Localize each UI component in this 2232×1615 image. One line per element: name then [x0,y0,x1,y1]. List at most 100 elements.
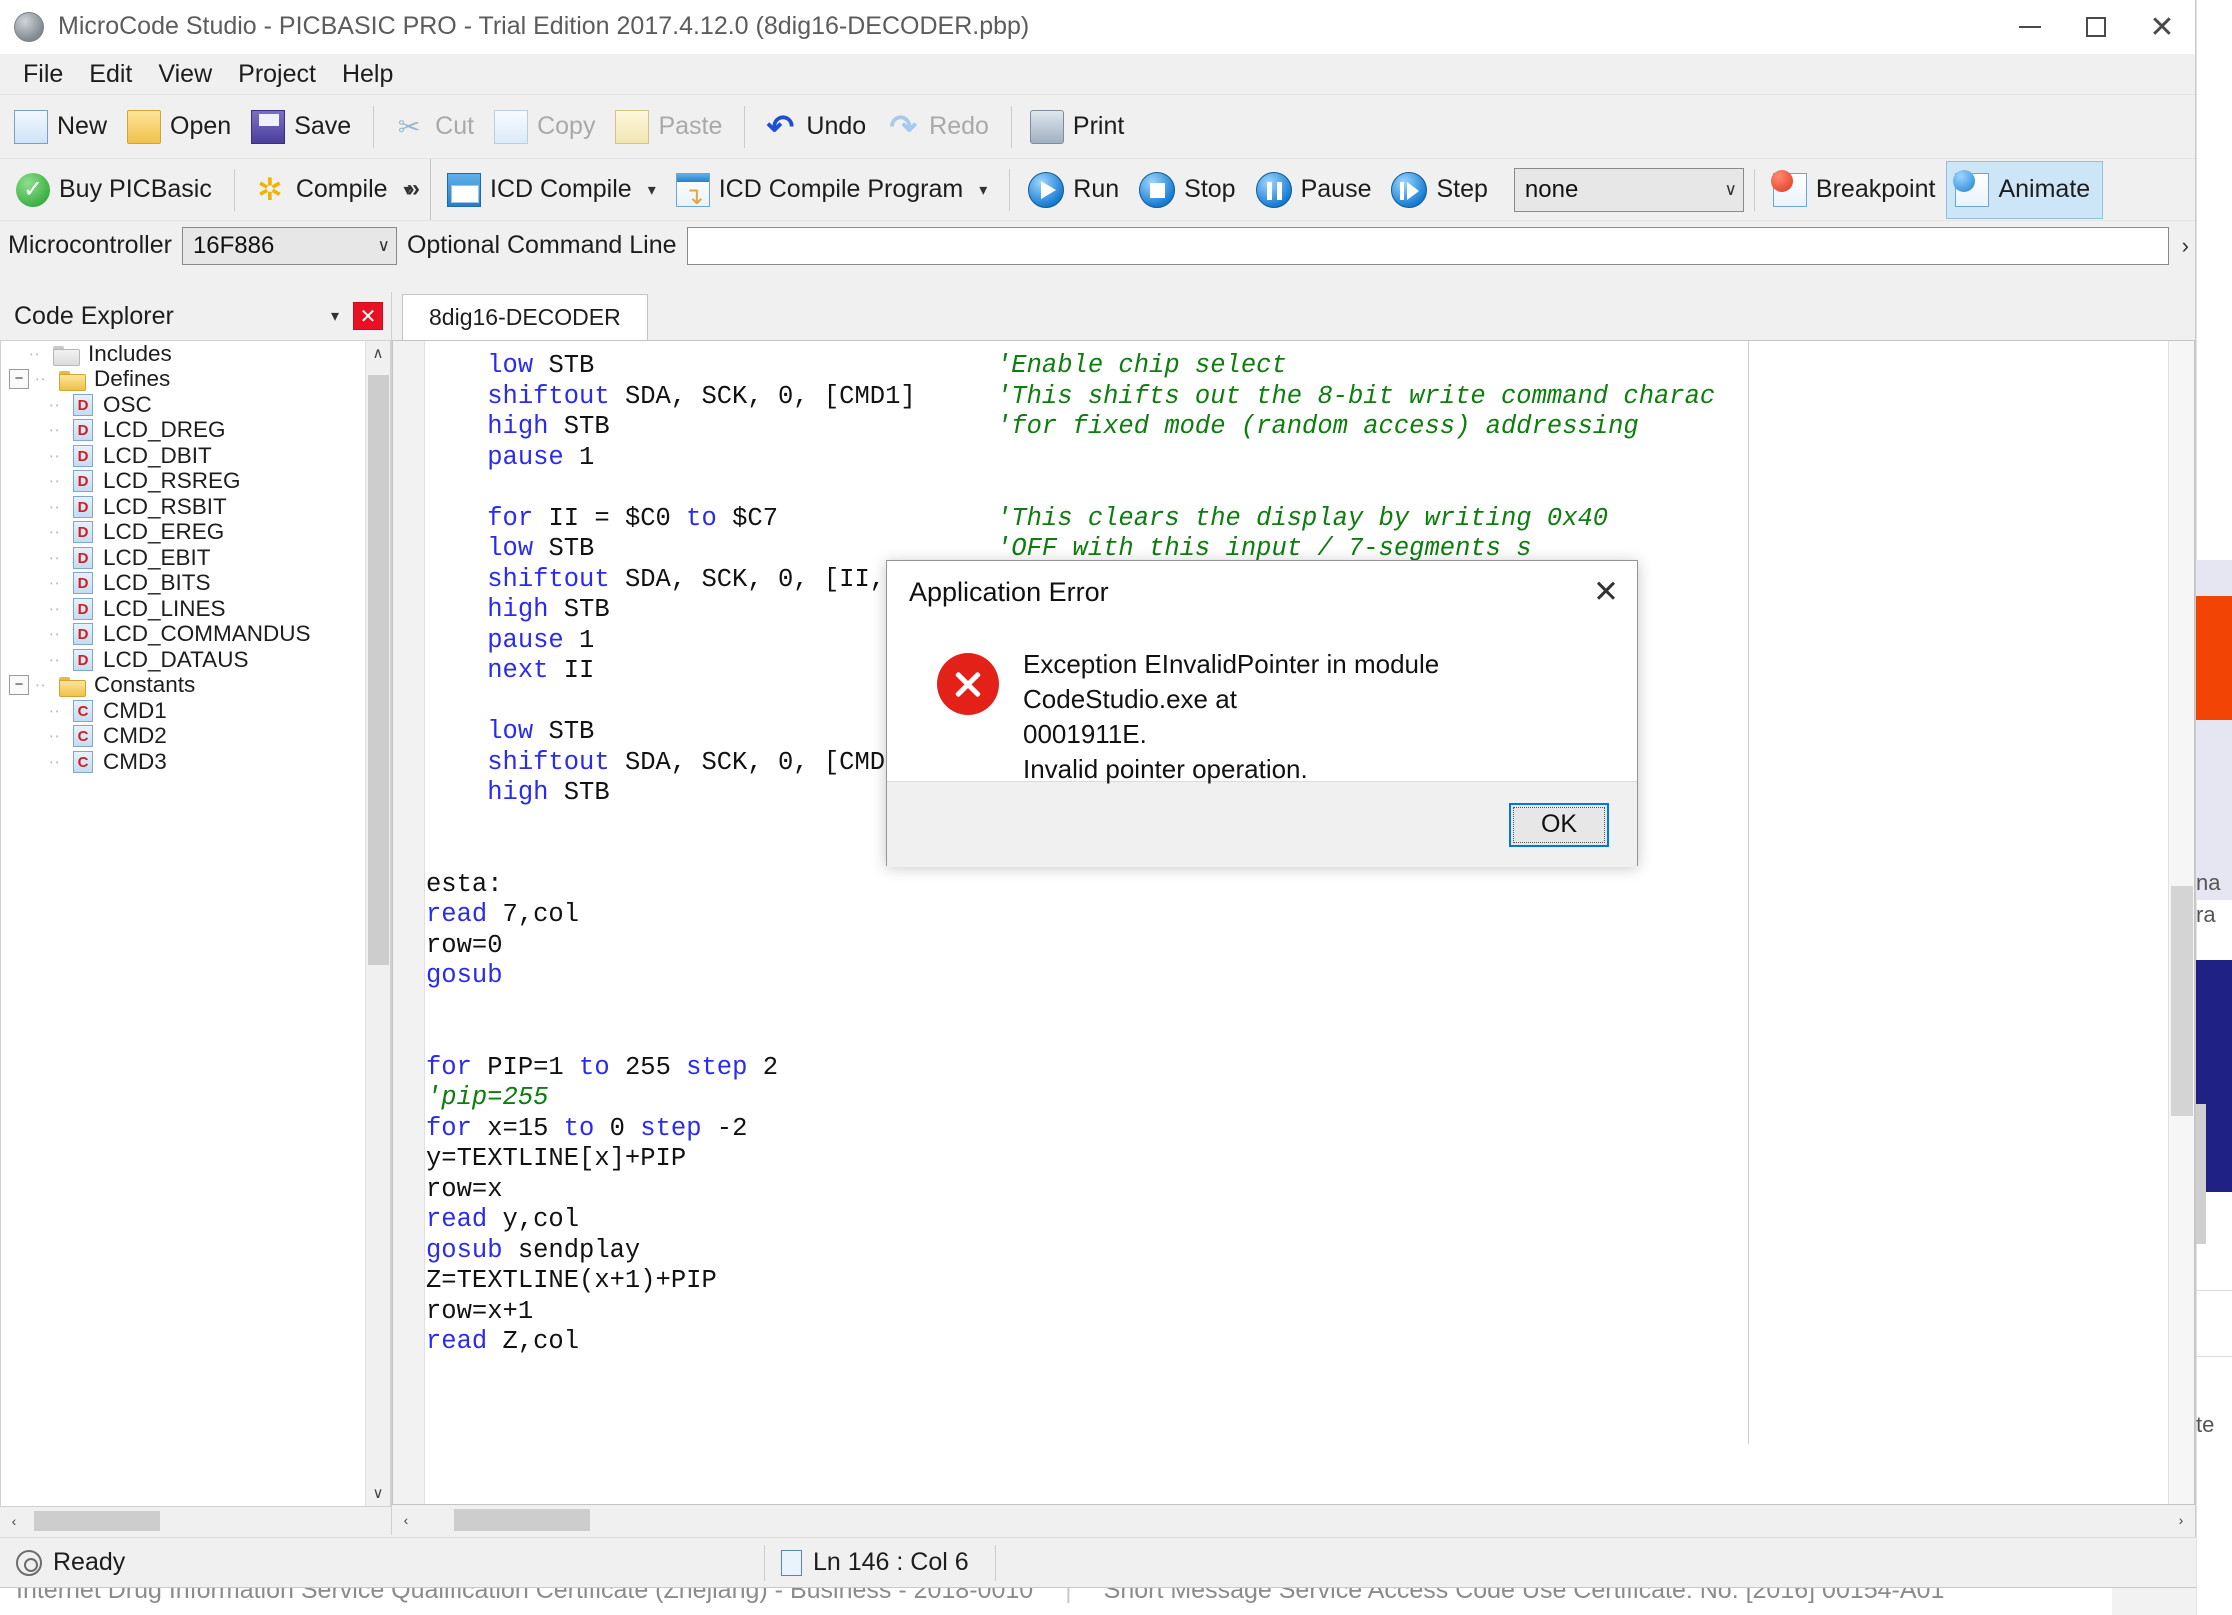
code-keyword: step [640,1113,702,1143]
buy-picbasic-button[interactable]: ✓ Buy PICBasic [8,162,224,218]
define-icon: D [73,623,93,646]
tree-item-label: CMD3 [103,748,167,774]
breakpoint-button[interactable]: Breakpoint [1765,162,1948,218]
pause-button[interactable]: Pause [1248,162,1384,218]
tree-item-lcd_lines[interactable]: ∙∙ D LCD_LINES [1,596,390,622]
dialog-ok-button[interactable]: OK [1509,802,1609,847]
optional-command-line-input[interactable] [686,226,2169,265]
code-line: y=TEXTLINE[x]+PIP [426,1144,2168,1175]
menu-item-file[interactable]: File [10,56,76,93]
cut-button[interactable]: ✂ Cut [384,99,486,155]
tree-expander-defines[interactable]: − [9,369,29,390]
tree-item-lcd_dreg[interactable]: ∙∙ D LCD_DREG [1,417,390,444]
redo-button-label: Redo [929,112,989,140]
animate-button[interactable]: Animate [1946,160,2104,219]
tree-item-lcd_rsreg[interactable]: ∙∙ D LCD_RSREG [1,468,390,495]
tree-item-lcd_commandus[interactable]: ∙∙ D LCD_COMMANDUS [1,621,390,648]
stop-label: Stop [1184,175,1236,203]
explorer-scroll-thumb[interactable] [368,375,389,965]
tree-item-lcd_ereg[interactable]: ∙∙ D LCD_EREG [1,519,390,546]
code-editor[interactable]: low STB 'Enable chip select shiftout SDA,… [392,340,2195,1505]
code-keyword: shiftout [487,564,610,594]
editor-hscroll-thumb[interactable] [454,1509,590,1531]
compile-button[interactable]: ✲ Compile ▾ [245,162,424,218]
run-button[interactable]: Run [1020,162,1131,218]
stop-button[interactable]: Stop [1131,162,1247,218]
code-line: high STB 'for fixed mode (random access) … [426,412,2168,443]
code-text-span: STB [533,351,595,380]
code-comment: 'for fixed mode (random access) addressi… [996,412,1639,441]
icd-toolbar-band: ICD Compile ▾ ICD Compile Program ▾ Run … [430,159,2104,220]
animate-icon [1953,169,1990,207]
code-text-span: $C7 [716,503,778,533]
minimize-button[interactable] [1997,0,2063,54]
tree-item-osc[interactable]: ∙∙ D OSC [1,392,390,418]
save-button[interactable]: Save [243,99,363,155]
explorer-scroll-down-icon[interactable]: ∨ [366,1481,390,1506]
tree-item-constants[interactable]: − ∙∙ Constants [1,672,390,699]
code-keyword: next [487,656,549,685]
code-text-span: PIP=1 [471,1052,580,1082]
tree-item-cmd3[interactable]: ∙∙ C CMD3 [1,749,390,775]
tree-item-label: LCD_DATAUS [103,646,249,672]
tree-item-lcd_ebit[interactable]: ∙∙ D LCD_EBIT [1,545,390,571]
microcontroller-bar-overflow[interactable]: › [2182,233,2189,259]
close-button[interactable]: ✕ [2129,0,2195,54]
editor-vertical-scrollbar[interactable] [2168,341,2194,1504]
editor-hscroll-right-icon[interactable]: › [2167,1512,2195,1528]
print-button[interactable]: Print [1022,99,1136,155]
icd-compile-chevron-down-icon[interactable]: ▾ [648,180,656,200]
tree-item-cmd2[interactable]: ∙∙ C CMD2 [1,723,390,750]
code-explorer-chevron-down-icon[interactable]: ▾ [317,306,353,326]
tree-expander-constants[interactable]: − [9,675,29,696]
menu-item-edit[interactable]: Edit [76,56,145,93]
tree-item-cmd1[interactable]: ∙∙ C CMD1 [1,698,390,724]
dialog-close-button[interactable]: ✕ [1575,561,1637,623]
optional-command-line-label: Optional Command Line [406,231,677,259]
menu-item-help[interactable]: Help [329,56,406,93]
undo-button[interactable]: ↶ Undo [755,99,878,155]
code-explorer-close-button[interactable]: ✕ [353,302,383,330]
explorer-vertical-scrollbar[interactable]: ∧ ∨ [365,341,390,1506]
code-text[interactable]: low STB 'Enable chip select shiftout SDA,… [426,351,2168,1504]
tree-item-defines[interactable]: − ∙∙ Defines [1,366,390,393]
step-mode-select[interactable]: none ∨ [1513,167,1744,212]
explorer-hscroll-thumb[interactable] [34,1511,160,1531]
redo-button[interactable]: ↷ Redo [878,99,1001,155]
microcontroller-select[interactable]: 16F886 ∨ [181,226,397,265]
icd-compile-program-button[interactable]: ICD Compile Program ▾ [668,162,1000,218]
maximize-button[interactable] [2063,0,2129,54]
menu-item-view[interactable]: View [145,56,225,93]
explorer-horizontal-scrollbar[interactable]: ‹ [0,1507,391,1535]
tree-item-lcd_dbit[interactable]: ∙∙ D LCD_DBIT [1,443,390,469]
icd-compile-button[interactable]: ICD Compile ▾ [439,162,668,218]
toolbar-overflow-button[interactable]: » [407,175,420,203]
tree-item-lcd_dataus[interactable]: ∙∙ D LCD_DATAUS [1,647,390,673]
step-button[interactable]: Step [1383,162,1499,218]
open-button[interactable]: Open [119,99,243,155]
paste-button[interactable]: Paste [607,99,734,155]
icd-compile-program-chevron-down-icon[interactable]: ▾ [979,180,987,200]
editor-tab-strip: 8dig16-DECODER [392,292,2195,340]
editor-hscroll-left-icon[interactable]: ‹ [392,1512,420,1528]
tree-connector: ∙∙ [49,547,61,567]
folder-icon [59,675,86,698]
tree-item-lcd_bits[interactable]: ∙∙ D LCD_BITS [1,570,390,597]
tree-connector: ∙∙ [49,522,61,542]
explorer-scroll-up-icon[interactable]: ∧ [366,341,390,366]
tree-connector: ∙∙ [49,471,61,491]
tree-item-label: LCD_RSREG [103,468,241,494]
tree-item-lcd_rsbit[interactable]: ∙∙ D LCD_RSBIT [1,494,390,520]
code-explorer-tree[interactable]: ∧ ∨ ∙∙ Includes − ∙∙ Defines ∙∙ D OSC ∙∙ D LCD_DRE… [0,340,391,1507]
tree-item-includes[interactable]: ∙∙ Includes [1,341,390,367]
code-keyword: low [487,717,534,746]
menu-item-project[interactable]: Project [225,56,329,93]
copy-button[interactable]: Copy [486,99,607,155]
editor-scroll-thumb[interactable] [2171,886,2193,1116]
new-button[interactable]: New [6,99,119,155]
explorer-hscroll-left-icon[interactable]: ‹ [0,1513,28,1529]
compile-toolbar-band: ✓ Buy PICBasic ✲ Compile ▾ » [0,159,430,220]
editor-horizontal-scrollbar[interactable]: ‹ › [392,1505,2195,1535]
tab-8dig16-decoder[interactable]: 8dig16-DECODER [402,294,648,340]
